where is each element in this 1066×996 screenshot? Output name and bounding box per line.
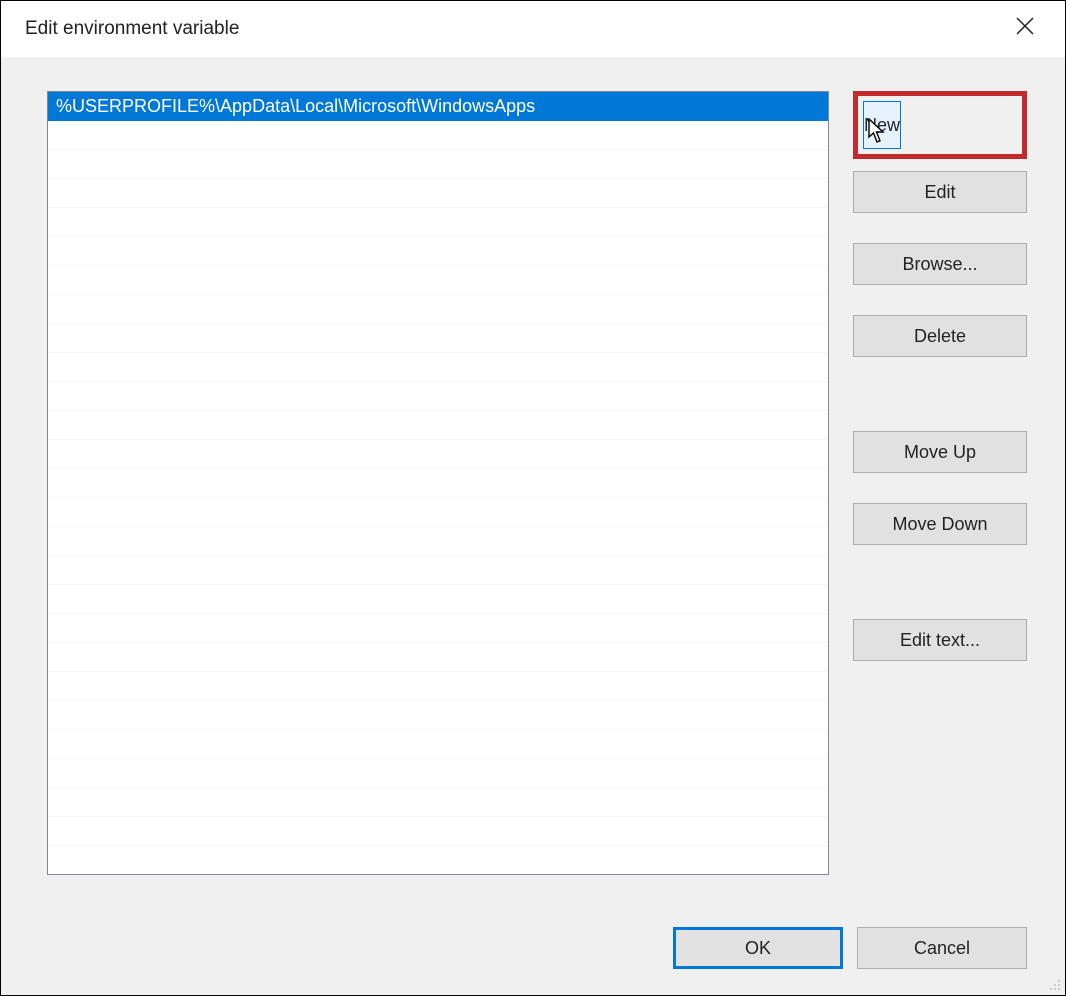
new-button[interactable]: New — [863, 101, 901, 149]
path-listbox[interactable]: %USERPROFILE%\AppData\Local\Microsoft\Wi… — [47, 91, 829, 875]
delete-button[interactable]: Delete — [853, 315, 1027, 357]
list-item[interactable] — [48, 353, 828, 382]
list-item[interactable] — [48, 556, 828, 585]
side-buttons: New Edit Browse... Delete — [853, 91, 1027, 903]
ok-button-label: OK — [745, 938, 771, 958]
list-item[interactable] — [48, 788, 828, 817]
move-up-button[interactable]: Move Up — [853, 431, 1027, 473]
move-down-button[interactable]: Move Down — [853, 503, 1027, 545]
list-item[interactable] — [48, 266, 828, 295]
highlight-annotation: New — [853, 91, 1027, 159]
move-down-button-label: Move Down — [892, 514, 987, 535]
move-up-button-label: Move Up — [904, 442, 976, 463]
edit-button-label: Edit — [924, 182, 955, 203]
list-item[interactable] — [48, 614, 828, 643]
edit-button[interactable]: Edit — [853, 171, 1027, 213]
footer-row: OK Cancel — [47, 927, 1027, 969]
spacer — [853, 369, 1027, 431]
close-button[interactable] — [1003, 4, 1047, 48]
spacer — [853, 225, 1027, 243]
spacer — [853, 485, 1027, 503]
list-item[interactable] — [48, 324, 828, 353]
list-item[interactable] — [48, 527, 828, 556]
list-item[interactable] — [48, 150, 828, 179]
spacer — [853, 297, 1027, 315]
list-item[interactable] — [48, 701, 828, 730]
delete-button-label: Delete — [914, 326, 966, 347]
ok-button[interactable]: OK — [673, 927, 843, 969]
list-item[interactable] — [48, 759, 828, 788]
dialog-window: Edit environment variable %USERPROFILE%\… — [0, 0, 1066, 996]
list-item[interactable] — [48, 295, 828, 324]
close-icon — [1016, 17, 1034, 35]
dialog-body: %USERPROFILE%\AppData\Local\Microsoft\Wi… — [1, 57, 1065, 995]
edit-text-button[interactable]: Edit text... — [853, 619, 1027, 661]
list-item[interactable] — [48, 672, 828, 701]
list-item[interactable] — [48, 179, 828, 208]
titlebar: Edit environment variable — [1, 1, 1065, 57]
spacer — [853, 557, 1027, 619]
new-button-label: New — [864, 115, 900, 136]
cancel-button[interactable]: Cancel — [857, 927, 1027, 969]
cancel-button-label: Cancel — [914, 938, 970, 958]
browse-button-label: Browse... — [902, 254, 977, 275]
list-item[interactable] — [48, 440, 828, 469]
list-item[interactable] — [48, 382, 828, 411]
list-item[interactable] — [48, 730, 828, 759]
list-item[interactable] — [48, 237, 828, 266]
list-item[interactable] — [48, 469, 828, 498]
edit-text-button-label: Edit text... — [900, 630, 980, 651]
list-item[interactable] — [48, 817, 828, 846]
resize-grip-icon — [1047, 977, 1061, 991]
list-item[interactable] — [48, 585, 828, 614]
main-row: %USERPROFILE%\AppData\Local\Microsoft\Wi… — [47, 91, 1027, 903]
window-title: Edit environment variable — [25, 18, 239, 40]
browse-button[interactable]: Browse... — [853, 243, 1027, 285]
list-item[interactable] — [48, 121, 828, 150]
list-item[interactable] — [48, 498, 828, 527]
list-item[interactable]: %USERPROFILE%\AppData\Local\Microsoft\Wi… — [48, 92, 828, 121]
list-item[interactable] — [48, 643, 828, 672]
list-item[interactable] — [48, 411, 828, 440]
list-item[interactable] — [48, 208, 828, 237]
